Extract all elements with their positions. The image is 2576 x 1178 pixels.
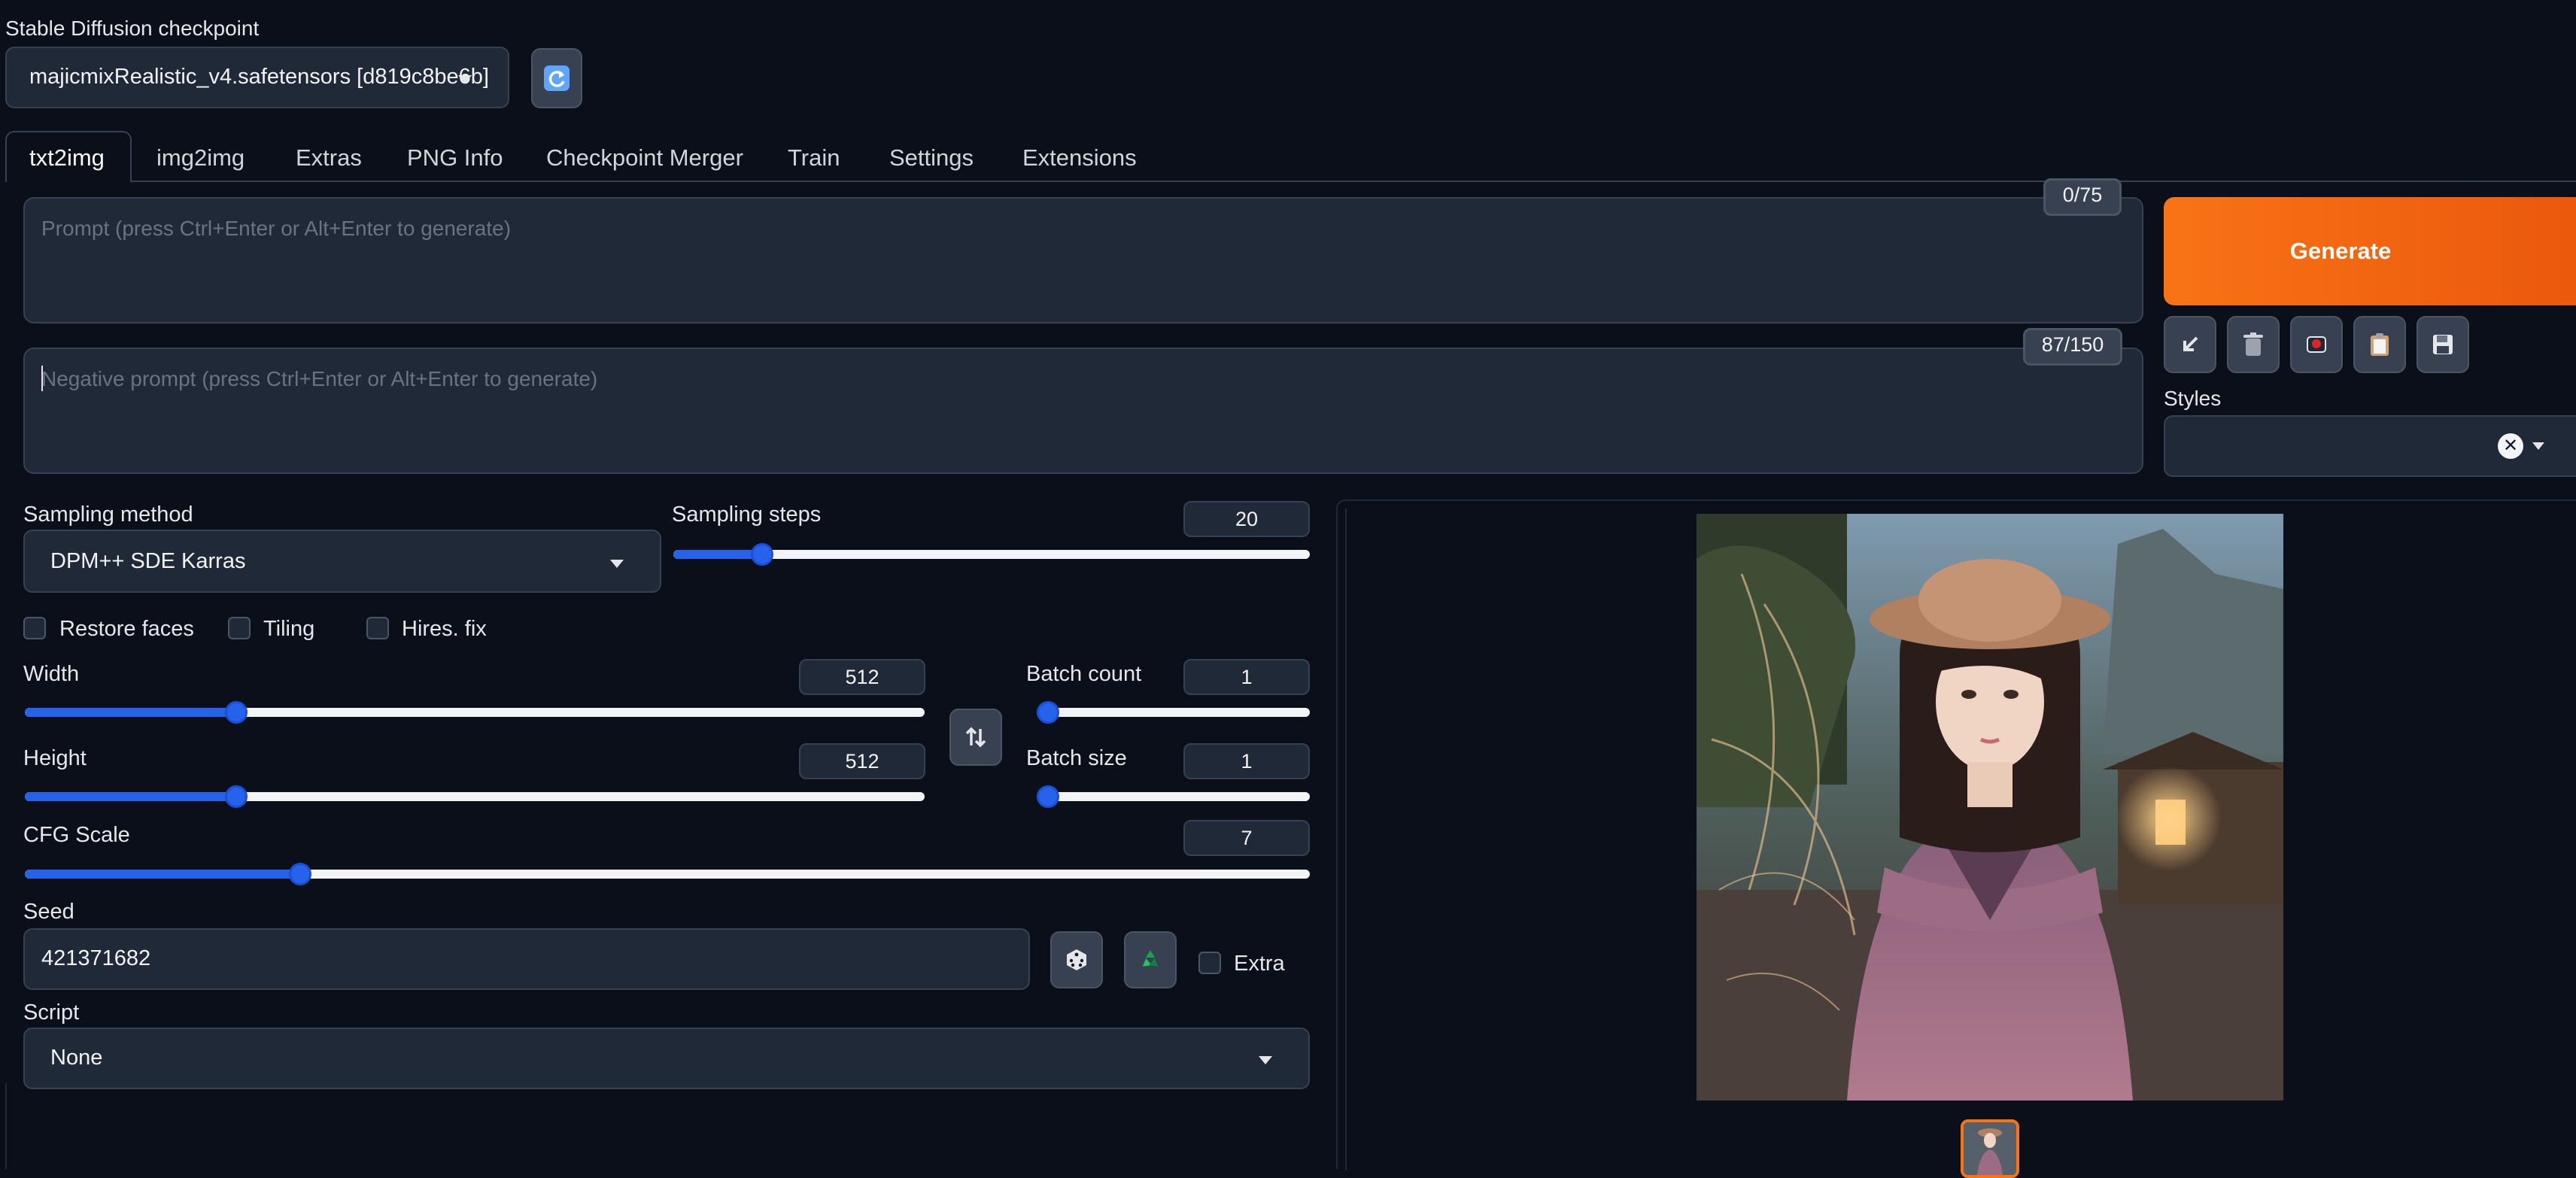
trash-icon (2243, 332, 2263, 356)
clear-styles-icon[interactable]: ✕ (2498, 433, 2523, 459)
tab-txt2img[interactable]: txt2img (5, 131, 132, 182)
styles-dropdown[interactable]: ✕ (2164, 415, 2576, 477)
hires-fix-label: Hires. fix (402, 617, 487, 641)
slider-handle[interactable] (288, 863, 311, 885)
recycle-icon (1142, 950, 1159, 967)
generate-button[interactable]: Generate (2164, 197, 2576, 305)
refresh-checkpoint-button[interactable] (531, 48, 582, 108)
batch-count-label: Batch count (1026, 662, 1142, 686)
negative-prompt-token-counter: 87/150 (2023, 328, 2122, 366)
tiling-checkbox[interactable] (228, 617, 251, 639)
extra-networks-button[interactable] (2290, 316, 2343, 373)
cfg-scale-value[interactable]: 7 (1183, 820, 1310, 856)
prompt-input[interactable]: Prompt (press Ctrl+Enter or Alt+Enter to… (23, 197, 2143, 323)
random-seed-button[interactable] (1050, 931, 1103, 988)
seed-value: 421371682 (41, 946, 151, 970)
checkpoint-value: majicmixRealistic_v4.safetensors [d819c8… (29, 65, 489, 89)
styles-label: Styles (2164, 387, 2222, 410)
batch-size-slider[interactable] (1037, 785, 1310, 808)
hires-fix-checkbox[interactable] (366, 617, 389, 639)
slider-handle[interactable] (1037, 785, 1059, 808)
checkpoint-dropdown[interactable]: majicmixRealistic_v4.safetensors [d819c8… (5, 47, 509, 108)
sampling-method-value: DPM++ SDE Karras (50, 549, 246, 573)
dice-icon (1067, 949, 1086, 970)
sampling-method-label: Sampling method (23, 502, 193, 527)
batch-size-label: Batch size (1026, 746, 1127, 770)
clear-prompt-button[interactable] (2227, 316, 2280, 373)
extra-seed-label: Extra (1234, 952, 1285, 976)
slider-fill (673, 550, 763, 559)
cfg-scale-label: CFG Scale (23, 823, 130, 847)
reuse-seed-button[interactable] (1124, 931, 1177, 988)
script-label: Script (23, 1000, 80, 1025)
read-params-icon (2183, 336, 2198, 351)
prompt-placeholder: Prompt (press Ctrl+Enter or Alt+Enter to… (41, 217, 512, 240)
save-style-button[interactable] (2417, 316, 2469, 373)
tab-extensions[interactable]: Extensions (1022, 144, 1137, 172)
tab-extras[interactable]: Extras (296, 144, 362, 172)
height-slider[interactable] (25, 785, 925, 808)
prompt-token-counter: 0/75 (2043, 178, 2122, 216)
sampling-steps-value[interactable]: 20 (1183, 501, 1310, 537)
clipboard-icon (2371, 333, 2389, 356)
width-label: Width (23, 662, 80, 686)
swap-dimensions-button[interactable] (949, 709, 1002, 766)
slider-fill (25, 708, 237, 717)
tab-train[interactable]: Train (788, 144, 840, 172)
chevron-down-icon (610, 560, 624, 568)
refresh-icon (544, 65, 570, 91)
read-params-button[interactable] (2164, 316, 2216, 373)
seed-label: Seed (23, 900, 74, 924)
extra-networks-icon (2307, 336, 2326, 353)
sampling-steps-slider[interactable] (673, 543, 1310, 566)
chevron-down-icon (458, 75, 472, 83)
chevron-down-icon (2532, 442, 2544, 450)
extra-seed-checkbox[interactable] (1198, 952, 1221, 974)
tab-divider (131, 181, 2576, 182)
tab-png-info[interactable]: PNG Info (407, 144, 503, 172)
generated-image[interactable] (1697, 514, 2283, 1101)
tiling-label: Tiling (263, 617, 315, 641)
restore-faces-checkbox[interactable] (23, 617, 46, 639)
slider-fill (25, 792, 237, 801)
chevron-down-icon (1259, 1056, 1272, 1064)
sampling-method-dropdown[interactable]: DPM++ SDE Karras (23, 530, 661, 593)
seed-input[interactable]: 421371682 (23, 928, 1030, 990)
column-edge (5, 1083, 7, 1169)
script-dropdown[interactable]: None (23, 1028, 1310, 1089)
save-style-icon (2433, 335, 2453, 354)
height-label: Height (23, 746, 87, 770)
batch-size-value[interactable]: 1 (1183, 743, 1310, 779)
slider-fill (25, 870, 300, 879)
slider-handle[interactable] (225, 785, 248, 808)
tab-img2img[interactable]: img2img (156, 144, 245, 172)
thumbnail-image (1964, 1122, 2016, 1175)
sampling-steps-label: Sampling steps (672, 502, 822, 527)
negative-prompt-placeholder: Negative prompt (press Ctrl+Enter or Alt… (41, 367, 598, 390)
negative-prompt-input[interactable]: Negative prompt (press Ctrl+Enter or Alt… (23, 348, 2143, 474)
slider-handle[interactable] (1037, 701, 1059, 724)
portrait-image (1697, 514, 2283, 1101)
checkpoint-label: Stable Diffusion checkpoint (5, 17, 260, 40)
slider-handle[interactable] (751, 543, 774, 566)
cfg-scale-slider[interactable] (25, 863, 1310, 885)
tab-settings[interactable]: Settings (889, 144, 974, 172)
swap-dimensions-icon (965, 727, 986, 748)
apply-style-button[interactable] (2353, 316, 2406, 373)
height-value[interactable]: 512 (799, 743, 925, 779)
batch-count-slider[interactable] (1037, 701, 1310, 724)
slider-handle[interactable] (225, 701, 248, 724)
width-value[interactable]: 512 (799, 659, 925, 695)
restore-faces-label: Restore faces (59, 617, 194, 641)
script-value: None (50, 1046, 103, 1070)
tab-checkpoint-merger[interactable]: Checkpoint Merger (546, 144, 743, 172)
width-slider[interactable] (25, 701, 925, 724)
batch-count-value[interactable]: 1 (1183, 659, 1310, 695)
gallery-thumbnail[interactable] (1961, 1119, 2019, 1178)
